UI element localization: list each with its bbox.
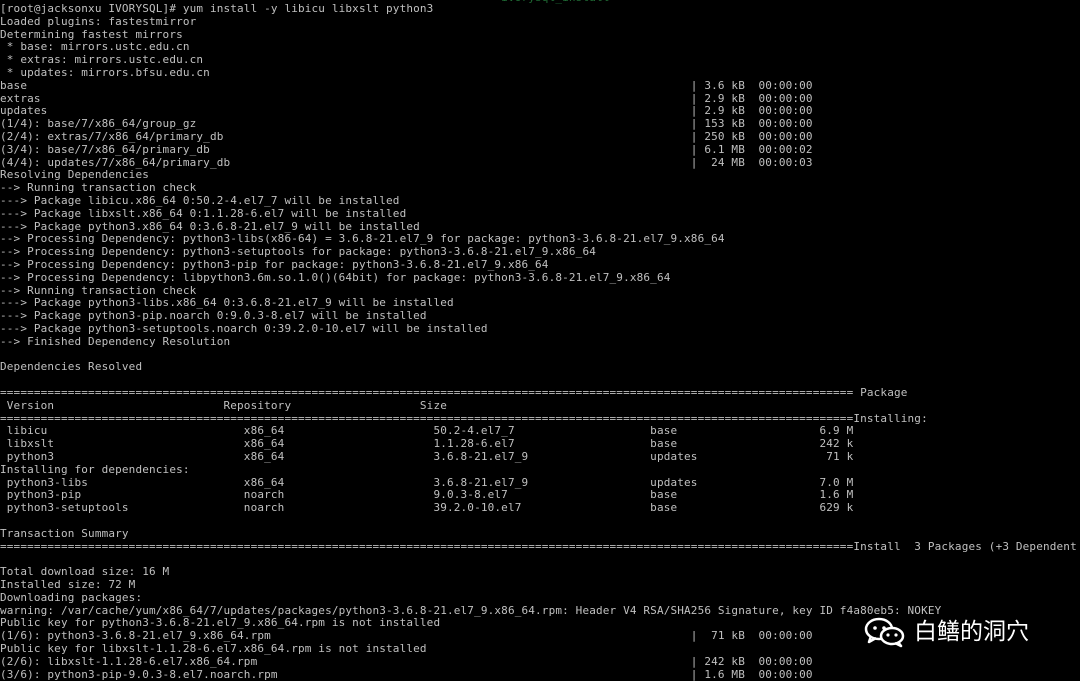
terminal-line: python3-setuptools noarch 39.2.0-10.el7 …	[0, 501, 854, 515]
terminal-line: python3-pip noarch 9.0.3-8.el7 base 1.6 …	[0, 488, 854, 502]
watermark-text: 白鳝的洞穴	[914, 619, 1029, 645]
terminal-line: Total download size: 16 M	[0, 565, 170, 579]
terminal-line: ========================================…	[0, 386, 1080, 399]
terminal-line: ---> Package python3-setuptools.noarch 0…	[0, 322, 488, 335]
terminal-line: python3-libs x86_64 3.6.8-21.el7_9 updat…	[0, 475, 854, 489]
terminal-line: (4/4): updates/7/x86_64/primary_db | 24 …	[0, 155, 813, 169]
terminal-line: (3/6): python3-pip-9.0.3-8.el7.noarch.rp…	[0, 667, 813, 681]
terminal-line: ========================================…	[0, 411, 928, 425]
account-watermark: 白鳝的洞穴	[864, 614, 1029, 650]
terminal-line: ---> Package python3-libs.x86_64 0:3.6.8…	[0, 296, 454, 310]
terminal-line: updates | 2.9 kB 00:00:00	[0, 104, 813, 118]
terminal-line: --> Running transaction check	[0, 283, 197, 297]
terminal-line: --> Finished Dependency Resolution	[0, 334, 231, 348]
terminal-window[interactable]: ivorysql_install [root@jacksonxu IVORYSQ…	[0, 0, 1080, 681]
terminal-line: * updates: mirrors.bfsu.edu.cn	[0, 66, 210, 79]
terminal-line: --> Processing Dependency: libpython3.6m…	[0, 270, 671, 284]
terminal-line: * extras: mirrors.ustc.edu.cn	[0, 53, 204, 67]
terminal-line: warning: /var/cache/yum/x86_64/7/updates…	[0, 603, 942, 617]
terminal-line: ---> Package python3-pip.noarch 0:9.0.3-…	[0, 309, 427, 323]
terminal-line: python3 x86_64 3.6.8-21.el7_9 updates 71…	[0, 450, 854, 463]
terminal-line: ---> Package python3.x86_64 0:3.6.8-21.e…	[0, 219, 420, 233]
terminal-line: (1/4): base/7/x86_64/group_gz | 153 kB 0…	[0, 117, 813, 131]
terminal-line: Public key for libxslt-1.1.28-6.el7.x86_…	[0, 642, 427, 655]
terminal-line: Transaction Summary	[0, 526, 129, 540]
terminal-line: * base: mirrors.ustc.edu.cn	[0, 40, 190, 54]
terminal-line: --> Running transaction check	[0, 181, 197, 195]
terminal-line: --> Processing Dependency: python3-pip f…	[0, 258, 549, 271]
terminal-line: --> Processing Dependency: python3-libs(…	[0, 232, 725, 246]
terminal-line: libicu x86_64 50.2-4.el7_7 base 6.9 M	[0, 424, 854, 438]
terminal-line: ---> Package libicu.x86_64 0:50.2-4.el7_…	[0, 194, 400, 207]
terminal-line: --> Processing Dependency: python3-setup…	[0, 245, 596, 259]
terminal-line: (2/4): extras/7/x86_64/primary_db | 250 …	[0, 130, 813, 143]
terminal-line: (2/6): libxslt-1.1.28-6.el7.x86_64.rpm |…	[0, 654, 813, 668]
terminal-line: Installed size: 72 M	[0, 578, 136, 591]
terminal-line: (1/6): python3-3.6.8-21.el7_9.x86_64.rpm…	[0, 629, 813, 643]
terminal-line: Dependencies Resolved	[0, 360, 143, 374]
terminal-line: Determining fastest mirrors	[0, 27, 183, 41]
terminal-line: ========================================…	[0, 539, 1080, 553]
terminal-line: Loaded plugins: fastestmirror	[0, 14, 197, 28]
terminal-line: Resolving Dependencies	[0, 168, 149, 182]
terminal-line: base | 3.6 kB 00:00:00	[0, 78, 813, 92]
terminal-line: Public key for python3-3.6.8-21.el7_9.x8…	[0, 616, 441, 630]
terminal-line: extras | 2.9 kB 00:00:00	[0, 91, 813, 105]
terminal-line: (3/4): base/7/x86_64/primary_db | 6.1 MB…	[0, 142, 813, 156]
terminal-line: ---> Package libxslt.x86_64 0:1.1.28-6.e…	[0, 206, 407, 220]
terminal-line: Installing for dependencies:	[0, 462, 190, 476]
terminal-line: Downloading packages:	[0, 590, 143, 604]
terminal-line: Version Repository Size	[0, 398, 447, 412]
terminal-line: [root@jacksonxu IVORYSQL]# yum install -…	[0, 2, 434, 15]
wechat-icon	[864, 617, 905, 648]
terminal-line: libxslt x86_64 1.1.28-6.el7 base 242 k	[0, 437, 854, 451]
